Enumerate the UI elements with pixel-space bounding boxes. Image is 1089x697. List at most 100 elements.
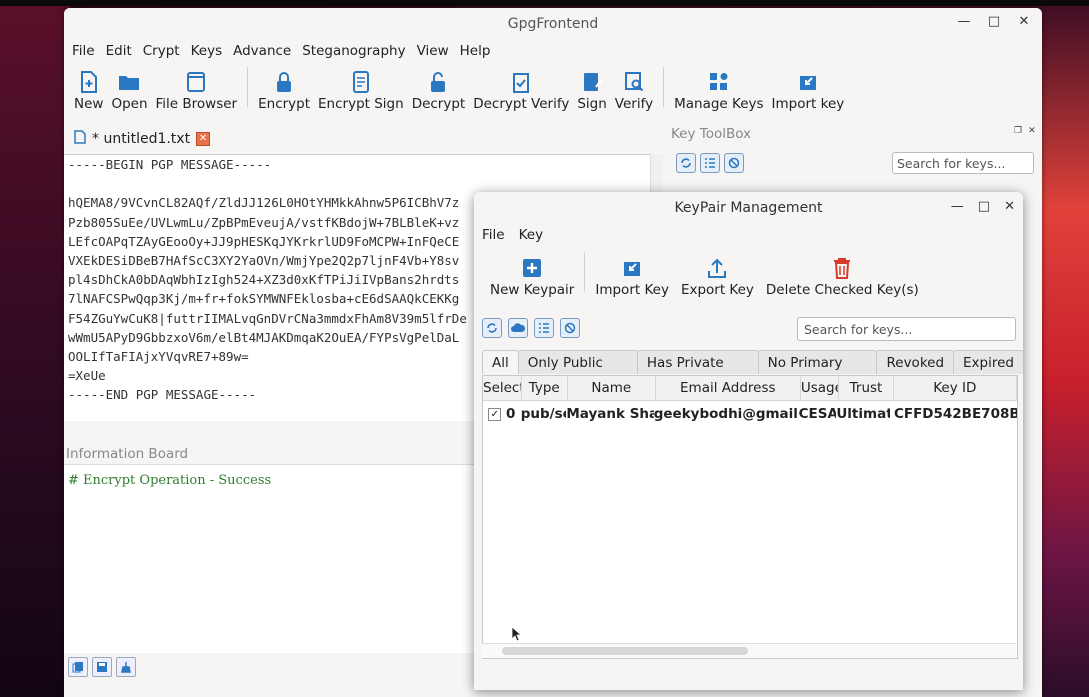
- search-document-icon: [622, 70, 646, 94]
- close-panel-icon[interactable]: ✕: [1028, 126, 1036, 136]
- maximize-icon[interactable]: □: [986, 14, 1002, 32]
- delete-checked-button[interactable]: Delete Checked Key(s): [766, 256, 919, 298]
- dialog-menu-bar: File Key: [474, 224, 1023, 246]
- export-key-button[interactable]: Export Key: [681, 256, 754, 298]
- dialog-search-input[interactable]: Search for keys...: [797, 317, 1016, 341]
- tab-only-public-key[interactable]: Only Public Key: [517, 350, 638, 395]
- table-row[interactable]: ✓ 0 pub/sec Mayank Sharma geekybodhi@gma…: [483, 401, 1017, 427]
- minimize-icon[interactable]: —: [956, 14, 972, 32]
- row-usage: CESA: [798, 406, 837, 422]
- cancel-icon[interactable]: [560, 318, 580, 338]
- menu-crypt[interactable]: Crypt: [139, 43, 184, 59]
- cloud-sync-icon[interactable]: [508, 318, 528, 338]
- column-trust[interactable]: Trust: [839, 376, 894, 400]
- window-icon: [184, 70, 208, 94]
- save-icon[interactable]: [92, 657, 112, 677]
- menu-edit[interactable]: Edit: [102, 43, 136, 59]
- dialog-menu-key[interactable]: Key: [515, 227, 547, 243]
- menu-view[interactable]: View: [413, 43, 453, 59]
- info-board-title: Information Board: [66, 446, 189, 462]
- keypair-management-dialog: KeyPair Management — □ ✕ File Key New Ke…: [474, 192, 1023, 690]
- toolbox-search-input[interactable]: Search for keys...: [892, 152, 1034, 174]
- column-select[interactable]: Select: [483, 376, 522, 400]
- toolbar-separator: [247, 67, 249, 107]
- import-key-button[interactable]: Import key: [772, 70, 844, 112]
- table-scrollbar[interactable]: [482, 643, 1016, 658]
- menu-file[interactable]: File: [68, 43, 99, 59]
- column-usage[interactable]: Usage: [801, 376, 840, 400]
- row-email: geekybodhi@gmail.com: [653, 406, 799, 422]
- key-table: Select Type Name Email Address Usage Tru…: [482, 375, 1018, 659]
- trash-icon: [830, 256, 854, 280]
- editor-line: -----BEGIN PGP MESSAGE-----: [68, 157, 272, 172]
- scrollbar-thumb[interactable]: [502, 647, 748, 655]
- tab-untitled1[interactable]: * untitled1.txt ✕: [68, 126, 216, 152]
- import-icon: [620, 256, 644, 280]
- column-type[interactable]: Type: [522, 376, 568, 400]
- file-browser-button[interactable]: File Browser: [156, 70, 237, 112]
- decrypt-verify-button[interactable]: Decrypt Verify: [473, 70, 569, 112]
- refresh-icon[interactable]: [676, 153, 696, 173]
- row-select[interactable]: ✓ 0: [483, 401, 521, 427]
- dialog-toolbar: New Keypair Import Key Export Key Delete…: [474, 246, 1023, 304]
- minimize-icon[interactable]: —: [951, 199, 964, 214]
- row-type: pub/sec: [520, 406, 567, 422]
- wallpaper-left: [0, 0, 70, 697]
- copy-icon[interactable]: [68, 657, 88, 677]
- menu-keys[interactable]: Keys: [187, 43, 227, 59]
- tab-no-primary-key[interactable]: No Primary Key: [757, 350, 878, 395]
- checklist-icon[interactable]: [534, 318, 554, 338]
- manage-keys-button[interactable]: Manage Keys: [674, 70, 764, 112]
- checkbox-icon[interactable]: ✓: [488, 407, 502, 421]
- menu-help[interactable]: Help: [456, 43, 495, 59]
- sign-button[interactable]: Sign: [577, 70, 607, 112]
- row-trust: Ultimate: [836, 406, 890, 422]
- grid-icon: [707, 70, 731, 94]
- clear-icon[interactable]: [116, 657, 136, 677]
- refresh-icon[interactable]: [482, 318, 502, 338]
- new-keypair-button[interactable]: New Keypair: [490, 256, 574, 298]
- plus-icon: [520, 256, 544, 280]
- column-name[interactable]: Name: [568, 376, 656, 400]
- column-email[interactable]: Email Address: [656, 376, 801, 400]
- cancel-icon[interactable]: [724, 153, 744, 173]
- pen-icon: [580, 70, 604, 94]
- float-icon[interactable]: ❐: [1014, 126, 1022, 136]
- decrypt-button[interactable]: Decrypt: [412, 70, 465, 112]
- menu-bar: File Edit Crypt Keys Advance Steganograp…: [64, 40, 1042, 62]
- lock-icon: [272, 70, 296, 94]
- dialog-menu-file[interactable]: File: [478, 227, 509, 243]
- encrypt-button[interactable]: Encrypt: [258, 70, 310, 112]
- verify-button[interactable]: Verify: [615, 70, 653, 112]
- encrypt-sign-button[interactable]: Encrypt Sign: [318, 70, 404, 112]
- close-icon[interactable]: ✕: [1016, 14, 1032, 32]
- menu-advance[interactable]: Advance: [229, 43, 295, 59]
- tab-expired[interactable]: Expired: [953, 350, 1023, 374]
- folder-icon: [117, 70, 141, 94]
- new-file-icon: [77, 70, 101, 94]
- dialog-action-icons: [482, 318, 580, 338]
- key-toolbox-title: Key ToolBox: [671, 126, 752, 142]
- dialog-title-bar: KeyPair Management — □ ✕: [474, 192, 1023, 224]
- upload-icon: [705, 256, 729, 280]
- row-name: Mayank Sharma: [566, 406, 653, 422]
- tab-has-private-key[interactable]: Has Private Key: [636, 350, 759, 395]
- column-key-id[interactable]: Key ID: [894, 376, 1017, 400]
- menu-steganography[interactable]: Steganography: [298, 43, 409, 59]
- new-button[interactable]: New: [74, 70, 103, 112]
- close-tab-icon[interactable]: ✕: [196, 132, 211, 146]
- tab-revoked[interactable]: Revoked: [876, 350, 955, 374]
- dialog-title: KeyPair Management: [674, 200, 823, 216]
- top-bar: [0, 0, 1089, 6]
- close-icon[interactable]: ✕: [1004, 199, 1015, 214]
- window-title: GpgFrontend: [507, 16, 599, 32]
- maximize-icon[interactable]: □: [978, 199, 990, 214]
- checklist-icon[interactable]: [700, 153, 720, 173]
- main-toolbar: New Open File Browser Encrypt Encrypt Si…: [64, 62, 1042, 118]
- tab-all[interactable]: All: [482, 350, 519, 374]
- row-key-id: CFFD542BE708BF36: [893, 406, 1017, 422]
- open-button[interactable]: Open: [111, 70, 148, 112]
- dialog-import-key-button[interactable]: Import Key: [595, 256, 669, 298]
- document-icon: [74, 130, 86, 148]
